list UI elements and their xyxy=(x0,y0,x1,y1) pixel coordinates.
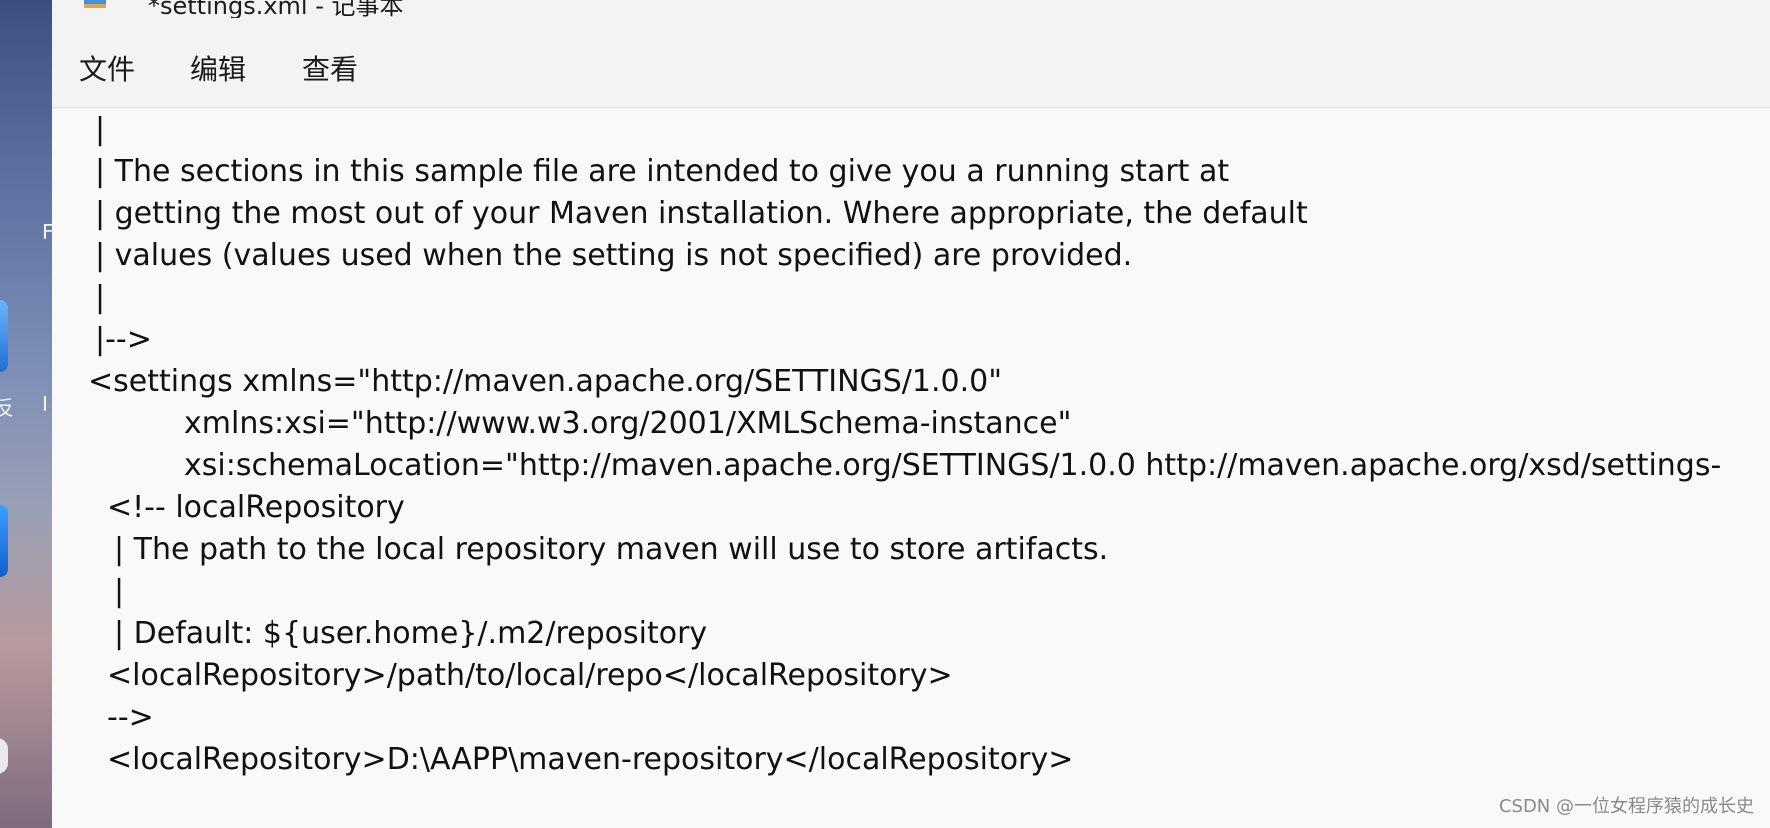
title-bar[interactable]: *settings.xml - 记事本 xyxy=(52,0,1770,18)
text-editor[interactable]: | | The sections in this sample file are… xyxy=(52,109,1770,828)
desktop-app-icon[interactable] xyxy=(0,505,8,577)
notepad-icon xyxy=(84,0,106,8)
menu-file[interactable]: 文件 xyxy=(79,52,135,88)
editor-line: --> xyxy=(107,700,154,735)
desktop-app-icon[interactable] xyxy=(0,738,8,774)
editor-line: | Default: ${user.home}/.m2/repository xyxy=(114,616,708,651)
editor-line: <localRepository>D:\AAPP\maven-repositor… xyxy=(107,742,1074,777)
menu-bar: 文件 编辑 查看 xyxy=(52,18,1770,108)
editor-line: | The sections in this sample file are i… xyxy=(95,154,1230,189)
editor-line: xsi:schemaLocation="http://maven.apache.… xyxy=(184,448,1722,483)
editor-line: | xyxy=(114,574,125,609)
desktop-label: 反 xyxy=(0,396,14,420)
desktop-label: I xyxy=(42,392,48,416)
menu-edit[interactable]: 编辑 xyxy=(190,52,246,88)
editor-line: | xyxy=(95,112,106,147)
editor-line: <localRepository>/path/to/local/repo</lo… xyxy=(107,658,953,693)
editor-line: <!-- localRepository xyxy=(107,490,405,525)
menu-view[interactable]: 查看 xyxy=(302,52,358,88)
desktop-label: F xyxy=(42,220,52,244)
editor-line: <settings xmlns="http://maven.apache.org… xyxy=(88,364,1003,399)
editor-line: |--> xyxy=(95,322,152,357)
window-title: *settings.xml - 记事本 xyxy=(148,0,404,18)
csdn-watermark: CSDN @一位女程序猿的成长史 xyxy=(1498,796,1754,817)
editor-line: | getting the most out of your Maven ins… xyxy=(95,196,1308,231)
editor-line: | xyxy=(95,280,106,315)
editor-line: | values (values used when the setting i… xyxy=(95,238,1133,273)
desktop-app-icon[interactable] xyxy=(0,300,8,372)
editor-line: | The path to the local repository maven… xyxy=(114,532,1109,567)
editor-line: xmlns:xsi="http://www.w3.org/2001/XMLSch… xyxy=(184,406,1072,441)
notepad-window: *settings.xml - 记事本 文件 编辑 查看 | | The sec… xyxy=(52,0,1770,828)
desktop-background: F 反 I xyxy=(0,0,52,828)
